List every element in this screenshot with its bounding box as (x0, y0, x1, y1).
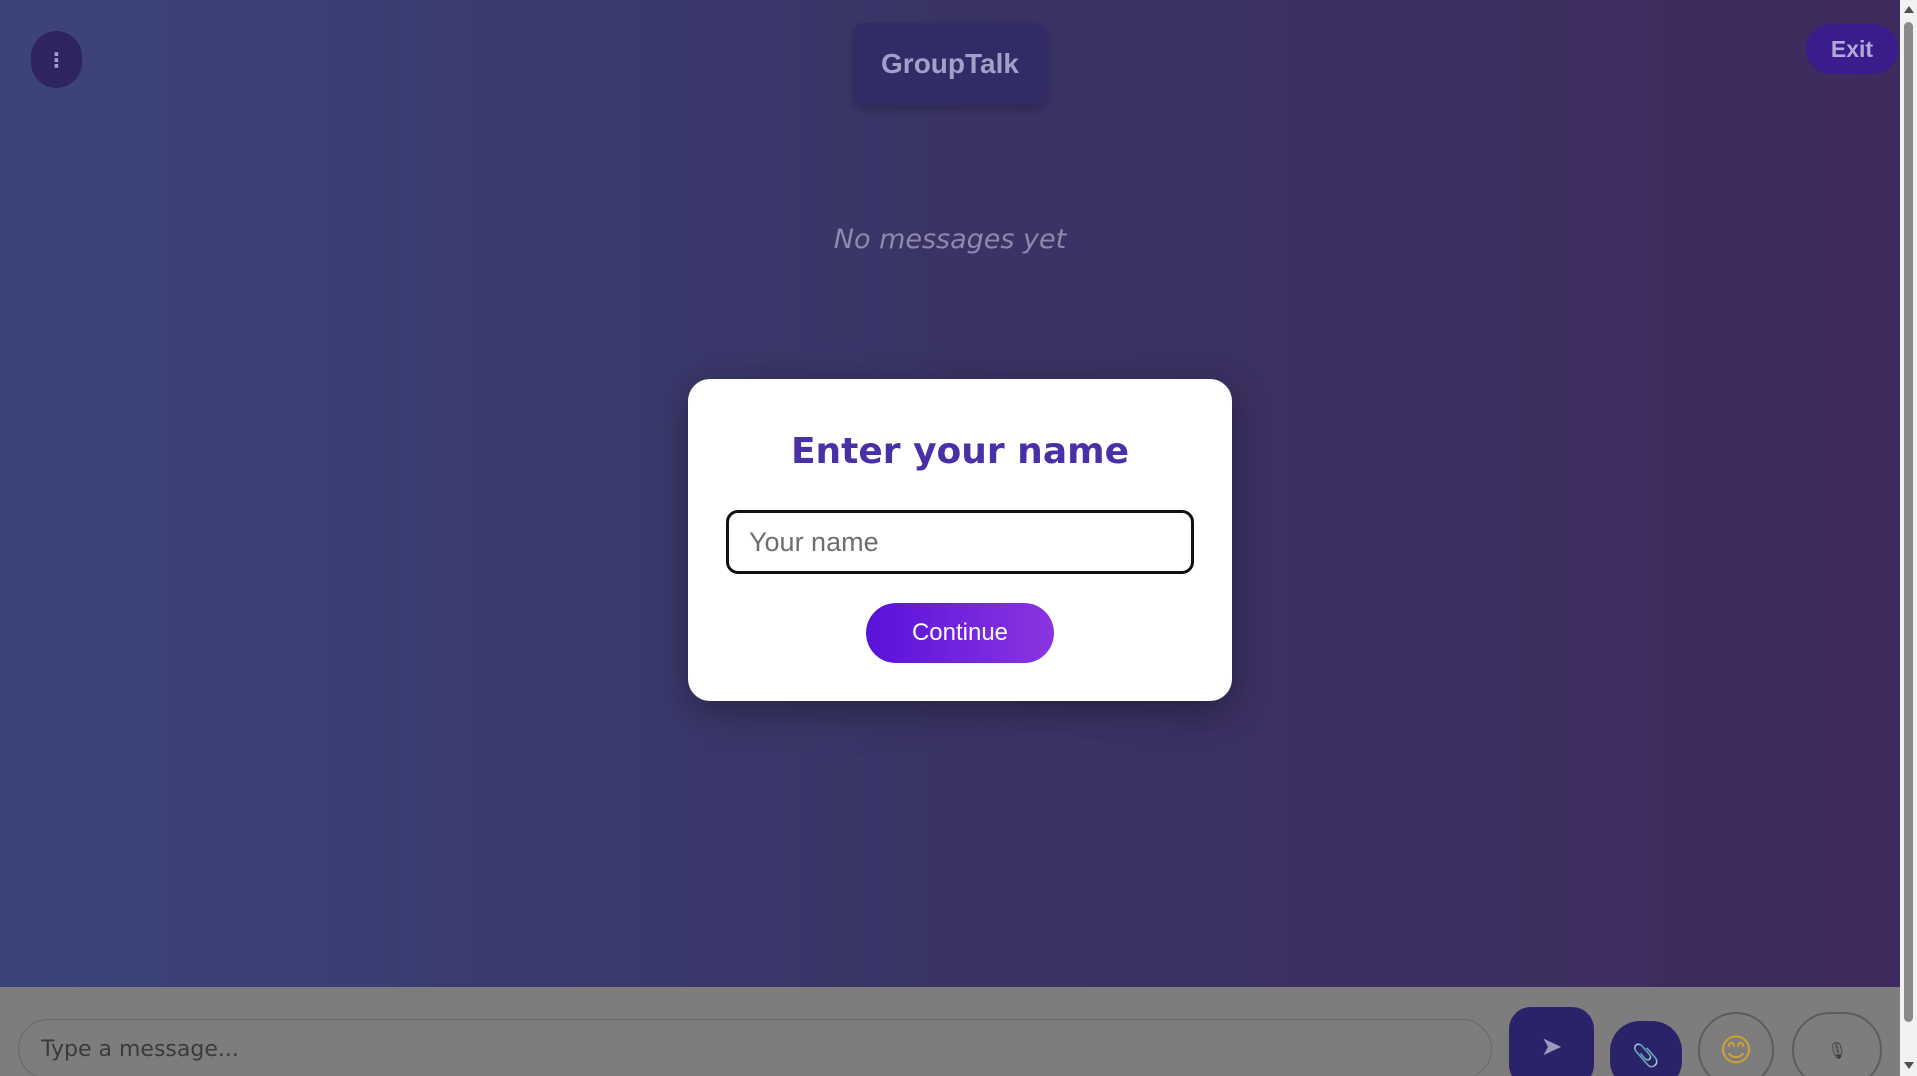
more-vertical-icon: ⋮ (46, 47, 67, 72)
scroll-thumb[interactable] (1904, 22, 1913, 1022)
send-button[interactable]: ➤ (1509, 1007, 1594, 1076)
name-dialog: Enter your name Continue (688, 379, 1232, 701)
continue-button[interactable]: Continue (866, 603, 1054, 663)
name-input[interactable] (726, 510, 1194, 574)
page-scrollbar[interactable] (1900, 0, 1917, 1076)
empty-messages-text: No messages yet (833, 224, 1067, 255)
emoji-button[interactable]: 😊 (1698, 1012, 1774, 1076)
exit-button[interactable]: Exit (1806, 24, 1898, 74)
message-composer: ➤ 📎 😊 🎙 (0, 987, 1900, 1076)
voice-button[interactable]: 🎙 (1792, 1012, 1882, 1076)
attach-button[interactable]: 📎 (1610, 1021, 1682, 1076)
app-title: GroupTalk (853, 23, 1047, 105)
scroll-down-icon[interactable] (1904, 1062, 1914, 1069)
dialog-title: Enter your name (790, 431, 1130, 472)
smile-icon: 😊 (1719, 1031, 1753, 1069)
scroll-up-icon[interactable] (1904, 6, 1914, 13)
menu-button[interactable]: ⋮ (31, 31, 82, 88)
message-input[interactable] (18, 1019, 1492, 1076)
paperclip-icon: 📎 (1632, 1043, 1660, 1069)
send-icon: ➤ (1540, 1032, 1563, 1062)
microphone-icon: 🎙 (1826, 1040, 1848, 1060)
